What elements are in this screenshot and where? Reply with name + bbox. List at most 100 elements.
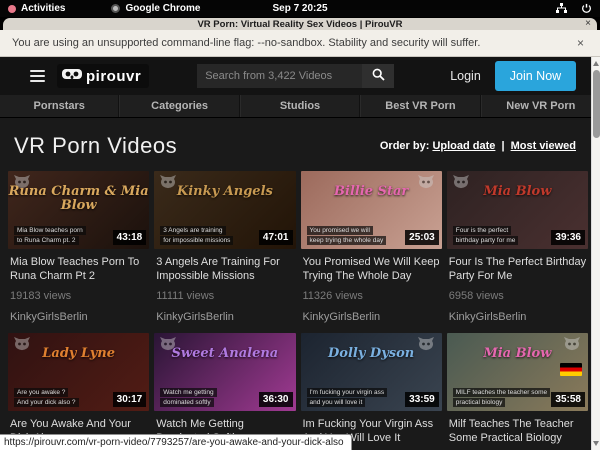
video-title[interactable]: Mia Blow Teaches Porn To Runa Charm Pt 2	[10, 256, 149, 284]
screen: Activities Google Chrome Sep 7 20:25 VR …	[0, 0, 600, 450]
video-studio[interactable]: KinkyGirlsBerlin	[156, 311, 295, 323]
thumbnail-model-name: Dolly Dyson	[301, 347, 442, 361]
site-header: pirouvr Login Join Now	[0, 57, 600, 95]
thumbnail-caption: You promised we willkeep trying the whol…	[307, 226, 387, 245]
video-card[interactable]: Billie Star You promised we willkeep try…	[301, 171, 442, 333]
scrollbar-up-icon[interactable]	[593, 61, 599, 66]
video-thumbnail[interactable]: Sweet Analena Watch me gettingdominated …	[154, 333, 295, 411]
thumbnail-model-name: Runa Charm & Mia Blow	[8, 185, 149, 212]
video-duration: 43:18	[113, 230, 147, 245]
nav-item-pornstars[interactable]: Pornstars	[0, 95, 119, 117]
thumbnail-model-name: Lady Lyne	[8, 347, 149, 361]
thumbnail-model-name: Mia Blow	[447, 185, 588, 199]
notification-dot-icon	[8, 5, 16, 13]
video-duration: 36:30	[259, 392, 293, 407]
system-top-bar: Activities Google Chrome Sep 7 20:25	[0, 0, 600, 17]
video-card[interactable]: Kinky Angels 3 Angels are trainingfor im…	[154, 171, 295, 333]
video-card[interactable]: Mia Blow Four is the perfectbirthday par…	[447, 171, 588, 333]
scrollbar-down-icon[interactable]	[593, 441, 599, 446]
german-flag-icon	[560, 363, 582, 376]
active-app-button[interactable]: Google Chrome	[111, 3, 200, 14]
power-icon[interactable]	[581, 3, 592, 14]
scrollbar[interactable]	[591, 57, 600, 450]
video-card[interactable]: Dolly Dyson I'm fucking your virgin assa…	[301, 333, 442, 450]
video-duration: 25:03	[405, 230, 439, 245]
order-by: Order by: Upload date | Most viewed	[380, 140, 576, 152]
nav-item-new-vr-porn[interactable]: New VR Porn	[481, 95, 600, 117]
main-nav: Pornstars Categories Studios Best VR Por…	[0, 95, 600, 118]
video-duration: 39:36	[551, 230, 585, 245]
warning-text: You are using an unsupported command-lin…	[12, 37, 480, 49]
thumbnail-model-name: Kinky Angels	[154, 185, 295, 199]
network-icon[interactable]	[556, 3, 567, 14]
video-card[interactable]: Mia Blow MILF teaches the teacher somepr…	[447, 333, 588, 450]
video-studio[interactable]: KinkyGirlsBerlin	[449, 311, 588, 323]
order-by-separator: |	[498, 140, 507, 152]
video-card[interactable]: Sweet Analena Watch me gettingdominated …	[154, 333, 295, 450]
video-thumbnail[interactable]: Dolly Dyson I'm fucking your virgin assa…	[301, 333, 442, 411]
video-title[interactable]: 3 Angels Are Training For Impossible Mis…	[156, 256, 295, 284]
video-card[interactable]: Lady Lyne Are you awake ?And your dick a…	[8, 333, 149, 450]
video-card[interactable]: Runa Charm & Mia Blow Mia Blow teaches p…	[8, 171, 149, 333]
menu-icon[interactable]	[30, 70, 45, 82]
thumbnail-caption: Watch me gettingdominated softly	[160, 388, 216, 407]
chrome-icon	[111, 4, 120, 13]
video-duration: 30:17	[113, 392, 147, 407]
video-studio[interactable]: KinkyGirlsBerlin	[303, 311, 442, 323]
video-thumbnail[interactable]: Mia Blow MILF teaches the teacher somepr…	[447, 333, 588, 411]
video-grid: Runa Charm & Mia Blow Mia Blow teaches p…	[0, 169, 600, 450]
order-by-label: Order by:	[380, 140, 430, 152]
page-title: VR Porn Videos	[14, 133, 177, 159]
video-views: 11111 views	[156, 290, 295, 302]
clock[interactable]: Sep 7 20:25	[0, 3, 600, 14]
search-icon	[372, 68, 385, 84]
thumbnail-caption: Four is the perfectbirthday party for me	[453, 226, 519, 245]
video-views: 11326 views	[303, 290, 442, 302]
search-bar	[197, 64, 394, 88]
thumbnail-caption: MILF teaches the teacher somepractical b…	[453, 388, 550, 407]
site-logo[interactable]: pirouvr	[57, 64, 149, 88]
status-bar-url: https://pirouvr.com/vr-porn-video/779325…	[0, 434, 352, 450]
video-title[interactable]: Milf Teaches The Teacher Some Practical …	[449, 418, 588, 446]
search-input[interactable]	[197, 64, 362, 88]
video-thumbnail[interactable]: Runa Charm & Mia Blow Mia Blow teaches p…	[8, 171, 149, 249]
login-link[interactable]: Login	[450, 69, 481, 83]
video-title[interactable]: Four Is The Perfect Birthday Party For M…	[449, 256, 588, 284]
video-thumbnail[interactable]: Billie Star You promised we willkeep try…	[301, 171, 442, 249]
active-app-label: Google Chrome	[125, 3, 200, 14]
video-title[interactable]: You Promised We Will Keep Trying The Who…	[303, 256, 442, 284]
activities-label: Activities	[21, 3, 65, 14]
tab-strip: VR Porn: Virtual Reality Sex Videos | Pi…	[0, 17, 600, 30]
tab-title: VR Porn: Virtual Reality Sex Videos | Pi…	[197, 19, 402, 30]
video-studio[interactable]: KinkyGirlsBerlin	[10, 311, 149, 323]
logo-text: pirouvr	[86, 68, 141, 85]
page-content: VR Porn Videos Order by: Upload date | M…	[0, 118, 600, 450]
video-thumbnail[interactable]: Lady Lyne Are you awake ?And your dick a…	[8, 333, 149, 411]
nav-item-studios[interactable]: Studios	[240, 95, 360, 117]
activities-button[interactable]: Activities	[8, 3, 65, 14]
thumbnail-model-name: Sweet Analena	[154, 347, 295, 361]
warning-close-icon[interactable]: ×	[577, 36, 588, 50]
order-by-upload-date-link[interactable]: Upload date	[432, 140, 495, 152]
video-thumbnail[interactable]: Kinky Angels 3 Angels are trainingfor im…	[154, 171, 295, 249]
tab-close-icon[interactable]: ×	[585, 18, 591, 29]
video-views: 19183 views	[10, 290, 149, 302]
warning-infobar: You are using an unsupported command-lin…	[0, 30, 600, 57]
vr-goggles-icon	[62, 67, 82, 85]
video-duration: 35:58	[551, 392, 585, 407]
video-duration: 47:01	[259, 230, 293, 245]
thumbnail-caption: I'm fucking your virgin assand you will …	[307, 388, 388, 407]
scrollbar-thumb[interactable]	[593, 70, 600, 138]
nav-item-categories[interactable]: Categories	[119, 95, 239, 117]
nav-item-best-vr-porn[interactable]: Best VR Porn	[360, 95, 480, 117]
video-views: 6958 views	[449, 290, 588, 302]
join-now-button[interactable]: Join Now	[495, 61, 576, 91]
browser-tab[interactable]: VR Porn: Virtual Reality Sex Videos | Pi…	[3, 18, 597, 30]
thumbnail-model-name: Mia Blow	[447, 347, 588, 361]
search-button[interactable]	[362, 64, 394, 88]
thumbnail-caption: 3 Angels are trainingfor impossible miss…	[160, 226, 233, 245]
order-by-most-viewed-link[interactable]: Most viewed	[511, 140, 576, 152]
video-thumbnail[interactable]: Mia Blow Four is the perfectbirthday par…	[447, 171, 588, 249]
video-duration: 33:59	[405, 392, 439, 407]
thumbnail-caption: Mia Blow teaches pornto Runa Charm pt. 2	[14, 226, 86, 245]
